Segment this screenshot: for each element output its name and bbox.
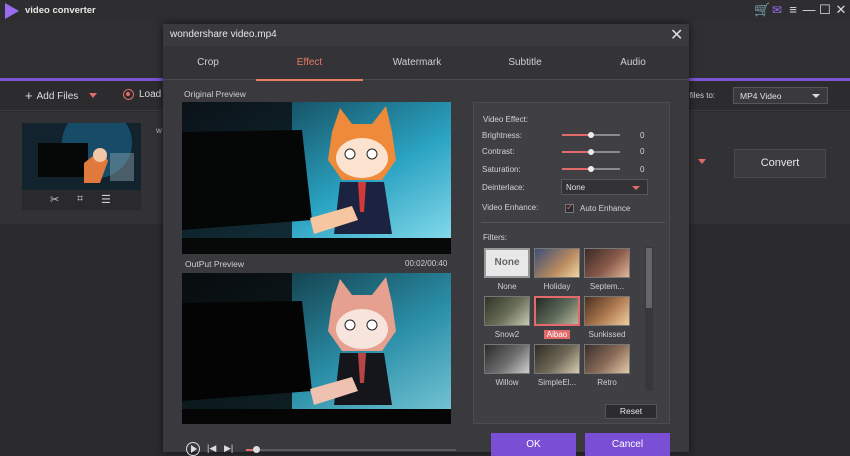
cancel-button[interactable]: Cancel <box>585 433 670 456</box>
panel-divider <box>481 222 665 223</box>
filter-thumb-september[interactable] <box>584 248 630 278</box>
original-preview-label: Original Preview <box>184 89 246 99</box>
minimize-icon[interactable]: — <box>802 2 816 18</box>
contrast-handle[interactable] <box>588 149 594 155</box>
add-files-dropdown-icon[interactable] <box>89 93 97 98</box>
maximize-icon[interactable]: ☐ <box>818 2 832 18</box>
deinterlace-value: None <box>566 183 586 192</box>
title-bar <box>0 0 850 22</box>
app-logo-icon <box>5 3 19 19</box>
play-icon[interactable] <box>186 442 200 456</box>
filters-scrollbar-thumb[interactable] <box>646 248 652 308</box>
filter-label-holiday: Holiday <box>543 282 571 291</box>
filter-thumb-retro[interactable] <box>584 344 630 374</box>
brightness-fill <box>562 134 591 136</box>
brightness-handle[interactable] <box>588 132 594 138</box>
saturation-label: Saturation: <box>482 165 521 174</box>
output-timecode: 00:02/00:40 <box>405 259 448 268</box>
deinterlace-label: Deinterlace: <box>482 183 525 192</box>
tab-watermark[interactable]: Watermark <box>363 46 471 80</box>
video-thumbnail[interactable] <box>22 123 141 190</box>
previous-frame-icon[interactable]: |◀ <box>207 443 216 454</box>
video-effect-heading: Video Effect: <box>483 115 529 124</box>
dialog-title: wondershare video.mp4 <box>170 29 277 40</box>
next-frame-icon[interactable]: ▶| <box>224 443 233 454</box>
contrast-label: Contrast: <box>482 147 515 156</box>
effect-adjust-icon[interactable]: ☰ <box>101 193 111 206</box>
auto-enhance-checkbox[interactable] <box>565 202 574 213</box>
filter-label-september: Septem... <box>589 282 625 291</box>
filter-label-aibao-text: Aibao <box>543 330 571 339</box>
filter-label-snow2: Snow2 <box>494 330 520 339</box>
file-meta-partial: w <box>156 126 162 135</box>
seek-bar[interactable] <box>246 449 456 451</box>
filter-label-willow: Willow <box>495 378 519 387</box>
contrast-value: 0 <box>640 147 645 156</box>
filter-label-sunkissed: Sunkissed <box>588 330 626 339</box>
filter-thumb-simpleelegant[interactable] <box>534 344 580 374</box>
load-button-label[interactable]: Load <box>139 89 161 100</box>
active-tab-indicator <box>256 79 363 81</box>
brightness-label: Brightness: <box>482 131 523 140</box>
original-preview-video <box>182 102 451 254</box>
filter-thumb-holiday[interactable] <box>534 248 580 278</box>
filter-label-aibao: Aibao <box>531 330 583 339</box>
brightness-value: 0 <box>640 131 645 140</box>
tab-crop[interactable]: Crop <box>163 46 253 80</box>
filter-label-retro: Retro <box>597 378 617 387</box>
filter-thumb-sunkissed[interactable] <box>584 296 630 326</box>
target-dropdown-icon[interactable] <box>698 159 706 164</box>
dialog-close-icon[interactable]: ✕ <box>670 25 683 45</box>
filter-label-simpleelegant: SimpleEl... <box>537 378 577 387</box>
gift-icon[interactable]: ✉ <box>770 2 784 18</box>
filter-thumb-aibao[interactable] <box>534 296 580 326</box>
add-files-button[interactable]: + Add Files <box>25 88 78 103</box>
app-title: video converter <box>25 5 96 16</box>
output-preview-video <box>182 273 451 424</box>
contrast-fill <box>562 151 591 153</box>
output-format-value: MP4 Video <box>740 91 782 101</box>
reset-button[interactable]: Reset <box>605 404 657 419</box>
output-preview-label: OutPut Preview <box>185 259 245 269</box>
tab-effect[interactable]: Effect <box>256 46 363 80</box>
output-format-select[interactable]: MP4 Video <box>733 87 828 104</box>
cart-icon[interactable]: 🛒 <box>754 2 770 18</box>
saturation-value: 0 <box>640 165 645 174</box>
chevron-down-icon <box>812 94 820 98</box>
add-files-label: Add Files <box>36 91 79 102</box>
deinterlace-select[interactable]: None <box>561 179 648 195</box>
tab-audio[interactable]: Audio <box>579 46 687 80</box>
saturation-fill <box>562 168 591 170</box>
filter-thumb-willow[interactable] <box>484 344 530 374</box>
plus-icon: + <box>25 88 33 103</box>
filter-thumb-snow2[interactable] <box>484 296 530 326</box>
ok-button[interactable]: OK <box>491 433 576 456</box>
trim-scissors-icon[interactable]: ✂ <box>50 193 59 206</box>
video-enhance-label: Video Enhance: <box>482 203 539 212</box>
convert-button[interactable]: Convert <box>734 149 826 178</box>
filter-label-none: None <box>497 282 517 291</box>
crop-icon[interactable]: ⌗ <box>77 193 83 206</box>
menu-icon[interactable]: ≡ <box>786 2 800 18</box>
filter-thumb-none[interactable]: None <box>484 248 530 278</box>
filters-heading: Filters: <box>483 233 507 242</box>
saturation-handle[interactable] <box>588 166 594 172</box>
load-disc-icon[interactable] <box>123 89 134 100</box>
auto-enhance-label[interactable]: Auto Enhance <box>580 204 630 213</box>
close-icon[interactable]: ✕ <box>834 2 848 18</box>
tab-subtitle[interactable]: Subtitle <box>471 46 579 80</box>
chevron-down-icon <box>632 186 640 190</box>
